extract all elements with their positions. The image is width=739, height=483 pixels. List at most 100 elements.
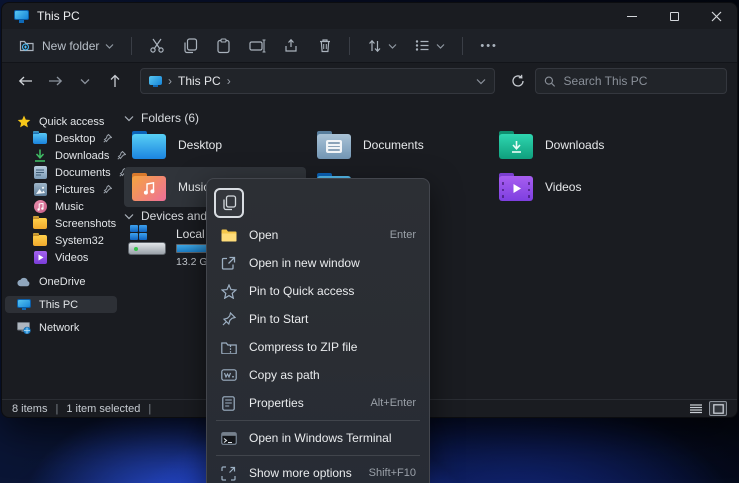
- sidebar-item-onedrive[interactable]: OneDrive: [5, 273, 117, 290]
- breadcrumb[interactable]: This PC: [178, 74, 221, 88]
- paste-button[interactable]: [209, 33, 238, 59]
- menu-item-copy-as-path[interactable]: Copy as path: [212, 361, 424, 389]
- sidebar-item-label: Videos: [55, 252, 88, 264]
- search-icon: [544, 75, 556, 88]
- minimize-button[interactable]: [611, 3, 653, 29]
- cloud-icon: [17, 275, 31, 288]
- menu-separator: [216, 420, 420, 421]
- sidebar-item-label: Screenshots: [55, 218, 116, 230]
- view-button[interactable]: [408, 34, 452, 57]
- menu-item-open[interactable]: Open Enter: [212, 221, 424, 249]
- up-button[interactable]: [102, 68, 128, 94]
- search-input[interactable]: [564, 74, 718, 88]
- context-menu: Open Enter Open in new window Pin to Qui…: [206, 178, 430, 483]
- menu-item-open-in-windows-terminal[interactable]: Open in Windows Terminal: [212, 424, 424, 452]
- folder-tile-videos[interactable]: Videos: [491, 167, 673, 207]
- address-bar[interactable]: › This PC ›: [140, 68, 495, 94]
- videos-icon: [33, 251, 47, 264]
- trash-icon: [318, 38, 332, 53]
- sidebar-item-videos[interactable]: Videos: [5, 249, 117, 266]
- context-menu-quick-actions: [212, 185, 424, 221]
- close-button[interactable]: [695, 3, 737, 29]
- large-icons-view-button[interactable]: [709, 401, 727, 416]
- sidebar-item-desktop[interactable]: Desktop: [5, 130, 117, 147]
- menu-item-open-in-new-window[interactable]: Open in new window: [212, 249, 424, 277]
- details-view-button[interactable]: [687, 401, 705, 416]
- sort-button[interactable]: [360, 34, 404, 58]
- sidebar-item-documents[interactable]: Documents: [5, 164, 117, 181]
- copy-path-icon: [220, 367, 237, 384]
- menu-item-compress-to-zip[interactable]: Compress to ZIP file: [212, 333, 424, 361]
- forward-button[interactable]: [42, 68, 68, 94]
- tile-label: Downloads: [545, 138, 604, 152]
- delete-button[interactable]: [311, 33, 339, 58]
- folder-tile-downloads[interactable]: Downloads: [491, 125, 673, 165]
- maximize-button[interactable]: [653, 3, 695, 29]
- cut-button[interactable]: [142, 33, 172, 58]
- new-folder-button[interactable]: New folder: [12, 33, 121, 58]
- rename-button[interactable]: [242, 34, 273, 58]
- folder-tile-desktop[interactable]: Desktop: [124, 125, 306, 165]
- sidebar-item-network[interactable]: Network: [5, 319, 117, 336]
- sidebar-item-pictures[interactable]: Pictures: [5, 181, 117, 198]
- menu-item-properties[interactable]: Properties Alt+Enter: [212, 389, 424, 417]
- copy-button[interactable]: [176, 33, 205, 59]
- sidebar-item-downloads[interactable]: Downloads: [5, 147, 117, 164]
- sidebar-item-this-pc[interactable]: This PC: [5, 296, 117, 313]
- more-icon: •••: [480, 40, 498, 52]
- sidebar-item-screenshots[interactable]: Screenshots: [5, 215, 117, 232]
- new-folder-label: New folder: [42, 39, 99, 53]
- back-button[interactable]: [12, 68, 38, 94]
- tile-label: Music: [178, 180, 209, 194]
- sidebar-item-label: Quick access: [39, 116, 104, 128]
- breadcrumb-separator: ›: [227, 74, 231, 88]
- star-outline-icon: [220, 283, 237, 300]
- refresh-button[interactable]: [505, 68, 531, 94]
- sidebar-item-label: Pictures: [55, 184, 95, 196]
- menu-item-show-more-options[interactable]: Show more options Shift+F10: [212, 459, 424, 483]
- sidebar-item-music[interactable]: Music: [5, 198, 117, 215]
- view-icon: [415, 39, 430, 52]
- folder-tile-documents[interactable]: Documents: [309, 125, 491, 165]
- menu-separator: [216, 455, 420, 456]
- this-pc-icon: [149, 76, 162, 87]
- tile-label: Documents: [363, 138, 424, 152]
- sidebar-item-quick-access[interactable]: Quick access: [5, 113, 117, 130]
- back-icon: [18, 75, 33, 87]
- sidebar-item-label: Music: [55, 201, 84, 213]
- folders-section-header[interactable]: Folders (6): [124, 111, 199, 125]
- address-dropdown-icon[interactable]: [476, 78, 486, 85]
- network-icon: [17, 321, 31, 334]
- title-bar: This PC: [2, 3, 737, 29]
- menu-item-pin-to-start[interactable]: Pin to Start: [212, 305, 424, 333]
- show-more-icon: [220, 465, 237, 482]
- copy-quick-action-button[interactable]: [214, 188, 244, 218]
- minimize-icon: [627, 16, 637, 17]
- documents-folder-icon: [317, 131, 351, 159]
- share-button[interactable]: [277, 33, 307, 58]
- status-divider: |: [148, 403, 151, 415]
- menu-item-label: Pin to Quick access: [249, 284, 354, 298]
- search-box[interactable]: [535, 68, 727, 94]
- close-icon: [711, 11, 722, 22]
- collapse-chevron-icon: [124, 213, 134, 220]
- forward-icon: [48, 75, 63, 87]
- videos-folder-icon: [499, 173, 533, 201]
- menu-item-pin-to-quick-access[interactable]: Pin to Quick access: [212, 277, 424, 305]
- desktop-folder-icon: [132, 131, 166, 159]
- status-divider: |: [55, 403, 58, 415]
- refresh-icon: [511, 74, 525, 88]
- details-view-icon: [690, 404, 702, 414]
- address-row: › This PC ›: [2, 63, 737, 99]
- sidebar-item-label: OneDrive: [39, 276, 85, 288]
- menu-item-label: Open: [249, 228, 278, 242]
- open-folder-icon: [220, 227, 237, 244]
- more-options-button[interactable]: •••: [473, 35, 505, 57]
- copy-icon: [183, 38, 198, 54]
- copy-icon: [222, 195, 237, 211]
- recent-locations-button[interactable]: [72, 68, 98, 94]
- sidebar-item-system32[interactable]: System32: [5, 232, 117, 249]
- pin-icon: [220, 311, 237, 328]
- sort-icon: [367, 39, 382, 53]
- star-icon: [17, 115, 31, 128]
